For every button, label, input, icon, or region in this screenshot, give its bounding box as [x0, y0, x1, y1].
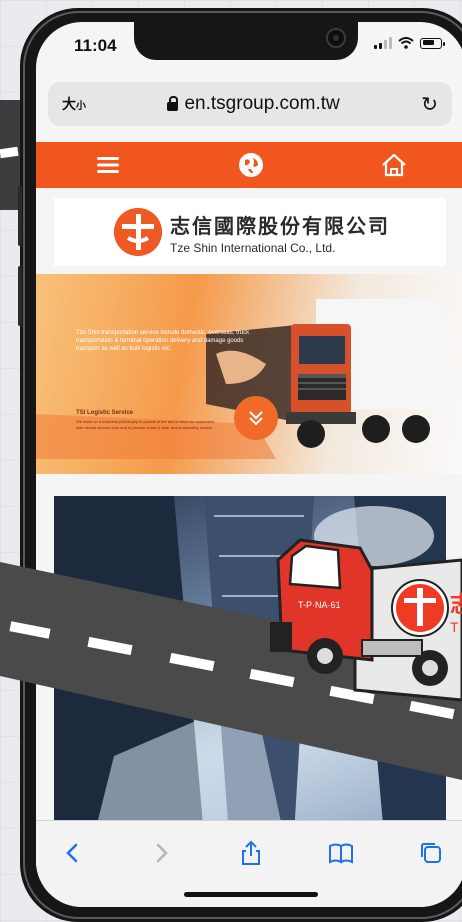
- text-size-button[interactable]: 大小: [62, 94, 86, 114]
- company-name-chinese: 志信國際股份有限公司: [170, 215, 390, 238]
- status-time: 11:04: [74, 36, 117, 55]
- home-indicator: [184, 892, 318, 897]
- volume-down-button: [18, 266, 22, 326]
- hero-title: TSI Logistic Service: [76, 410, 134, 416]
- battery-icon: [420, 37, 445, 49]
- text-size-large: 大: [62, 96, 76, 112]
- company-name-english: Tze Shin International Co., Ltd.: [170, 240, 336, 255]
- company-logo-icon: [114, 208, 162, 256]
- hero-description: Tze Shin transportation service include …: [76, 330, 250, 352]
- scroll-down-button[interactable]: [234, 396, 278, 440]
- hero-banner: Tze Shin transportation service include …: [36, 274, 462, 474]
- hero-truck-image: [36, 299, 446, 459]
- tabs-icon[interactable]: [411, 837, 451, 869]
- globe-icon[interactable]: [231, 145, 271, 185]
- site-nav-bar: [36, 142, 462, 188]
- cellular-signal-icon: [374, 37, 392, 49]
- volume-up-button: [18, 186, 22, 246]
- company-logo-banner[interactable]: 志信國際股份有限公司 Tze Shin International Co., L…: [54, 198, 446, 266]
- front-camera: [326, 28, 346, 48]
- share-icon[interactable]: [231, 837, 271, 869]
- bookmarks-icon[interactable]: [321, 837, 361, 869]
- home-icon[interactable]: [374, 145, 414, 185]
- status-icons: [374, 37, 445, 49]
- buildings-image: [54, 496, 446, 836]
- menu-icon[interactable]: [88, 145, 128, 185]
- url-display[interactable]: en.tsgroup.com.tw: [86, 93, 421, 115]
- company-name: 志信國際股份有限公司 Tze Shin International Co., L…: [170, 210, 390, 255]
- reload-icon[interactable]: ↻: [421, 92, 438, 117]
- notch: [134, 22, 358, 60]
- wifi-icon: [398, 37, 414, 49]
- buildings-photo: [54, 496, 446, 836]
- url-text: en.tsgroup.com.tw: [184, 93, 340, 114]
- forward-icon[interactable]: [142, 837, 182, 869]
- text-size-small: 小: [76, 101, 86, 112]
- phone-screen: 11:04 大小 en.tsgroup.com.tw ↻ 志信國際股份有限公司 …: [36, 22, 462, 907]
- back-icon[interactable]: [52, 837, 92, 869]
- address-bar[interactable]: 大小 en.tsgroup.com.tw ↻: [48, 82, 452, 126]
- hero-subtitle: We insist on a business philosophy in pu…: [76, 419, 215, 430]
- lock-icon: [167, 95, 179, 111]
